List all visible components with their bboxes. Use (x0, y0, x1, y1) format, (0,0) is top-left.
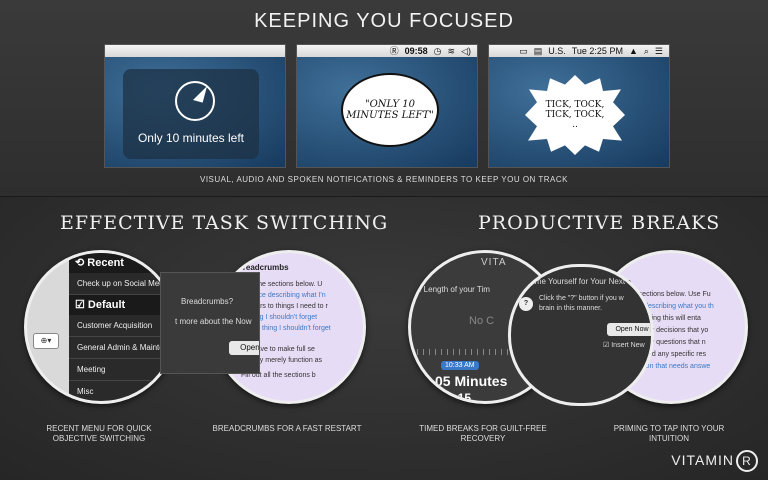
timer-screenshot: Only 10 minutes left (104, 44, 286, 168)
app-label: VITA (481, 257, 507, 268)
productive-breaks-title: PRODUCTIVE BREAKS (478, 212, 721, 234)
spoken-screenshot: Ⓡ 09:58 ◷ ≋ ◁) "ONLY 10 MINUTES LEFT" (296, 44, 478, 168)
insert-new-checkbox[interactable]: ☑ Insert New (603, 341, 645, 349)
menubar-time[interactable]: 09:58 (405, 45, 428, 57)
breadcrumbs-dialog: Breadcrumbs? t more about the Now Open N… (160, 272, 260, 374)
checkbox-label: Insert New (611, 342, 645, 349)
vitamin-r-icon[interactable]: Ⓡ (390, 45, 399, 57)
dialog-line: Click the "?" button if you w (539, 295, 624, 302)
search-icon[interactable]: ⌕ (644, 45, 649, 57)
focus-caption: VISUAL, AUDIO AND SPOKEN NOTIFICATIONS &… (199, 175, 569, 184)
checkbox-icon[interactable]: ☑ (603, 342, 611, 349)
menu-item[interactable]: Misc (69, 381, 175, 401)
recent-header-label: Recent (87, 257, 124, 269)
wifi-icon[interactable]: ≋ (448, 45, 456, 57)
history-icon: ⟲ (75, 257, 88, 269)
menu-bar: ▭ ▤ U.S. Tue 2:25 PM ▲ ⌕ ☰ (489, 45, 669, 57)
recent-menu-caption: RECENT MENU FOR QUICK OBJECTIVE SWITCHIN… (46, 424, 152, 443)
question-icon[interactable]: ? (519, 297, 533, 311)
menu-trigger-button[interactable]: ⊕▾ (33, 333, 59, 349)
focus-title: KEEPING YOU FOCUSED (254, 10, 514, 32)
minutes-display: 05 Minutes (435, 373, 508, 389)
menu-bar (105, 45, 285, 57)
priming-line: e (627, 277, 745, 289)
checkbox-icon: ☑ (75, 299, 88, 311)
open-now-button[interactable]: Open Now (607, 323, 651, 336)
menubar-time[interactable]: Tue 2:25 PM (572, 45, 623, 57)
vitamin-r-logo: VITAMIN R (671, 450, 758, 472)
battery-icon[interactable]: ▭ (519, 45, 528, 57)
user-icon[interactable]: ▲ (629, 45, 638, 57)
focus-section: KEEPING YOU FOCUSED Only 10 minutes left… (0, 0, 768, 197)
default-header-label: Default (87, 299, 126, 311)
length-label: e Length of your Tim (417, 285, 490, 294)
breadcrumbs-caption: BREADCRUMBS FOR A FAST RESTART (212, 424, 362, 433)
recent-menu-circle: ⊕▾ ⟲ Recent Check up on Social Media Cam… (24, 250, 178, 404)
dialog-title: Prime Yourself for Your Next (525, 277, 626, 286)
list-icon[interactable]: ☰ (655, 45, 663, 57)
flag-icon[interactable]: ▤ (534, 45, 543, 57)
menubar-locale[interactable]: U.S. (548, 45, 566, 57)
speech-bubble-text: "ONLY 10 MINUTES LEFT" (346, 99, 434, 121)
task-switching-title: EFFECTIVE TASK SWITCHING (60, 212, 389, 234)
recent-header: ⟲ Recent (69, 253, 175, 273)
speech-bubble: "ONLY 10 MINUTES LEFT" (341, 73, 439, 147)
tick-tock-text: TICK, TOCK, TICK, TOCK, .. (545, 100, 605, 130)
logo-r-icon: R (736, 450, 758, 472)
dialog-text: Breadcrumbs? (181, 297, 234, 306)
open-now-button[interactable]: Open Now (229, 341, 259, 355)
no-label: No C (469, 315, 495, 327)
dialog-line: brain in this manner. (539, 305, 603, 312)
time-badge: 10:33 AM (441, 361, 479, 370)
audio-screenshot: ▭ ▤ U.S. Tue 2:25 PM ▲ ⌕ ☰ TICK, TOCK, T… (488, 44, 670, 168)
timer-pie-icon (175, 81, 215, 121)
dialog-text: t more about the Now (175, 317, 252, 326)
clock-icon[interactable]: ◷ (434, 45, 442, 57)
priming-dialog: Prime Yourself for Your Next ? Click the… (508, 264, 654, 406)
timer-overlay: Only 10 minutes left (123, 69, 259, 159)
breadcrumbs-title: Breadcrumbs (237, 263, 289, 272)
logo-text: VITAMIN (671, 452, 734, 468)
timer-text: Only 10 minutes left (137, 131, 245, 145)
menu-bar: Ⓡ 09:58 ◷ ≋ ◁) (297, 45, 477, 57)
speaker-icon[interactable]: ◁) (461, 45, 471, 57)
timed-breaks-caption: TIMED BREAKS FOR GUILT-FREE RECOVERY (419, 424, 547, 443)
priming-caption: PRIMING TO TAP INTO YOUR INTUITION (613, 424, 725, 443)
